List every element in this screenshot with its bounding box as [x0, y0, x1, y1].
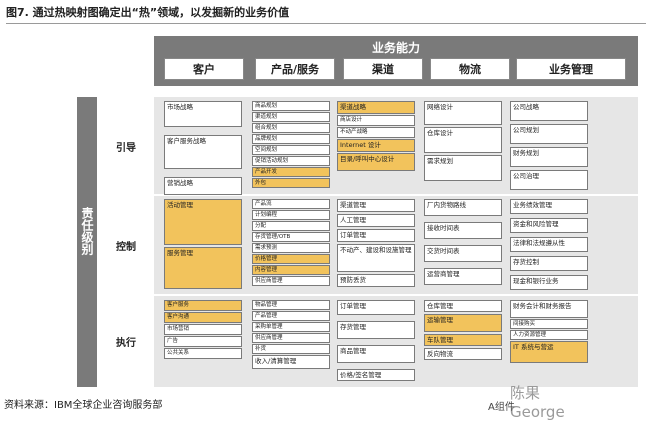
- capability-cell: 品牌规划: [252, 134, 330, 144]
- column-header-logistics: 物流: [430, 58, 510, 80]
- responsibility-level-bar: 责任级别: [77, 97, 97, 387]
- capability-cell: 商店设计: [337, 115, 415, 126]
- row-label-execute: 执行: [116, 337, 136, 349]
- business-capabilities-header: 业务能力 客户 产品/服务 渠道 物流 业务管理: [154, 36, 638, 86]
- capability-cell: 仓库管理: [424, 300, 502, 312]
- capability-cell: 组合规划: [252, 123, 330, 133]
- capability-cell: 订单管理: [337, 229, 415, 242]
- capability-cell: 渠道规划: [252, 112, 330, 122]
- capability-cell: 商品管理: [337, 345, 415, 363]
- capability-cell: 存货管理/OTB: [252, 232, 330, 242]
- capability-cell: 需求规划: [424, 155, 502, 181]
- capability-cell: 渠道管理: [337, 199, 415, 212]
- capability-cell: 不动产、建设和设施管理: [337, 244, 415, 272]
- capability-cell: 需求预测: [252, 243, 330, 253]
- capability-cell: 市场营销: [164, 324, 242, 335]
- capability-cell: 存货控制: [510, 256, 588, 271]
- capability-cell: Internet 设计: [337, 139, 415, 152]
- capability-cell: 目录/呼叫中心设计: [337, 153, 415, 171]
- capability-cell: 收入/清算管理: [252, 355, 330, 369]
- capability-cell: 市场战略: [164, 101, 242, 127]
- capability-cell: 物品管理: [252, 300, 330, 310]
- capability-cell: 分配: [252, 221, 330, 231]
- capability-cell: 空间规划: [252, 145, 330, 155]
- capability-cell: 供应商管理: [252, 276, 330, 286]
- capability-cell: IT 系统与营运: [510, 341, 588, 363]
- capability-cell: 采购单管理: [252, 322, 330, 332]
- capability-cell: 渠道战略: [337, 101, 415, 114]
- capability-cell: 不动产战略: [337, 127, 415, 138]
- capability-cell: 产品流: [252, 199, 330, 209]
- capability-cell: 营销战略: [164, 177, 242, 195]
- capability-cell: 补货: [252, 344, 330, 354]
- capability-cell: 客户服务战略: [164, 135, 242, 169]
- column-header-business-management: 业务管理: [516, 58, 626, 80]
- responsibility-level-title: 责任级别: [80, 207, 94, 255]
- capability-cell: 内容管理: [252, 265, 330, 275]
- capability-cell: 接收时间表: [424, 222, 502, 239]
- capability-cell: 人工管理: [337, 214, 415, 227]
- row-label-guide: 引导: [116, 142, 136, 154]
- column-header-customer: 客户: [164, 58, 244, 80]
- capability-cell: 客户服务: [164, 300, 242, 311]
- capability-cell: 法律和法规遵从性: [510, 237, 588, 252]
- watermark-text: 陈果George: [510, 384, 565, 421]
- source-note: 资料来源：IBM全球企业咨询服务部: [4, 400, 163, 411]
- capability-cell: 价格/签名管理: [337, 369, 415, 381]
- capability-cell: 广告: [164, 336, 242, 347]
- capability-cell: 订单管理: [337, 300, 415, 315]
- capability-cell: 车队管理: [424, 334, 502, 346]
- capability-cell: 产品管理: [252, 311, 330, 321]
- capability-cell: 运输管理: [424, 314, 502, 332]
- capability-cell: 公司规划: [510, 124, 588, 144]
- capability-cell: 服务管理: [164, 247, 242, 289]
- capability-cell: 现金和银行业务: [510, 275, 588, 290]
- row-label-control: 控制: [116, 241, 136, 253]
- capability-cell: 活动管理: [164, 199, 242, 245]
- capability-cell: 网络设计: [424, 101, 502, 125]
- figure-title: 图7. 通过热映射图确定出“热”领域，以发掘新的业务价值: [6, 4, 646, 24]
- capability-cell: 财务会计和财务报告: [510, 300, 588, 318]
- capability-cell: 公司治理: [510, 170, 588, 190]
- capability-cell: 业务绩效管理: [510, 199, 588, 214]
- capability-cell: 预防丢货: [337, 274, 415, 287]
- capability-cell: 计划编程: [252, 210, 330, 220]
- capability-cell: 间接购买: [510, 319, 588, 329]
- watermark-subtext: A组件: [488, 402, 515, 413]
- column-header-channel: 渠道: [343, 58, 423, 80]
- capability-cell: 反向物流: [424, 348, 502, 360]
- capabilities-title: 业务能力: [371, 41, 420, 55]
- capability-cell: 客户沟通: [164, 312, 242, 323]
- column-header-product-service: 产品/服务: [255, 58, 335, 80]
- capability-cell: 存货管理: [337, 321, 415, 339]
- capability-cell: 运营商管理: [424, 268, 502, 285]
- capability-cell: 人力资源管理: [510, 330, 588, 340]
- row-divider: [98, 294, 638, 296]
- capability-cell: 公司战略: [510, 101, 588, 121]
- capability-cell: 促销活动规划: [252, 156, 330, 166]
- capability-cell: 资金和风险管理: [510, 218, 588, 233]
- capability-cell: 价格管理: [252, 254, 330, 264]
- capability-cell: 外包: [252, 178, 330, 188]
- capability-cell: 仓库设计: [424, 127, 502, 153]
- capability-cell: 厂内货物路线: [424, 199, 502, 216]
- capability-cell: 产品开发: [252, 167, 330, 177]
- capability-cell: 商品规划: [252, 101, 330, 111]
- capability-cell: 供应商管理: [252, 333, 330, 343]
- capability-cell: 财务规划: [510, 147, 588, 167]
- capability-cell: 交货时间表: [424, 245, 502, 262]
- capability-cell: 公共关系: [164, 348, 242, 359]
